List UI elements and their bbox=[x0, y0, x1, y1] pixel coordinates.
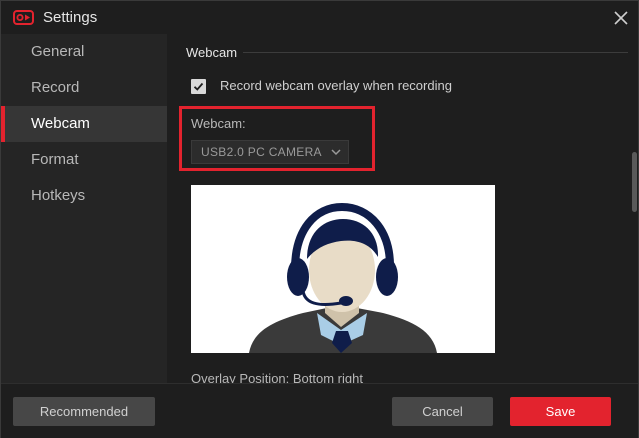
sidebar-item-webcam[interactable]: Webcam bbox=[1, 106, 167, 142]
dialog-footer: Recommended Cancel Save bbox=[1, 383, 638, 438]
sidebar-item-record[interactable]: Record bbox=[1, 70, 167, 106]
webcam-label: Webcam: bbox=[191, 116, 246, 131]
title-bar: Settings bbox=[1, 1, 638, 34]
chevron-down-icon bbox=[331, 149, 341, 156]
webcam-select-value: USB2.0 PC CAMERA bbox=[201, 145, 322, 159]
checkmark-icon bbox=[193, 82, 204, 91]
sidebar-item-format[interactable]: Format bbox=[1, 142, 167, 178]
record-overlay-label[interactable]: Record webcam overlay when recording bbox=[220, 78, 452, 93]
sidebar-item-general[interactable]: General bbox=[1, 34, 167, 70]
section-title: Webcam bbox=[186, 45, 238, 60]
overlay-position-label: Overlay Position: Bottom right bbox=[191, 371, 363, 383]
scrollbar-thumb[interactable] bbox=[632, 152, 637, 212]
record-overlay-checkbox[interactable] bbox=[191, 79, 206, 94]
recommended-button[interactable]: Recommended bbox=[13, 397, 155, 426]
sidebar-item-hotkeys[interactable]: Hotkeys bbox=[1, 178, 167, 214]
webcam-settings-panel: Webcam Record webcam overlay when record… bbox=[167, 34, 638, 383]
app-logo-icon bbox=[13, 10, 34, 25]
save-button[interactable]: Save bbox=[510, 397, 611, 426]
webcam-select[interactable]: USB2.0 PC CAMERA bbox=[191, 140, 349, 164]
person-headset-illustration bbox=[249, 202, 437, 353]
cancel-button[interactable]: Cancel bbox=[392, 397, 493, 426]
settings-window: Settings General Record Webcam Format Ho… bbox=[0, 0, 639, 438]
close-icon[interactable] bbox=[610, 7, 632, 29]
webcam-preview bbox=[191, 185, 495, 353]
settings-sidebar: General Record Webcam Format Hotkeys bbox=[1, 34, 167, 383]
window-title: Settings bbox=[43, 9, 98, 26]
section-divider bbox=[243, 52, 628, 53]
